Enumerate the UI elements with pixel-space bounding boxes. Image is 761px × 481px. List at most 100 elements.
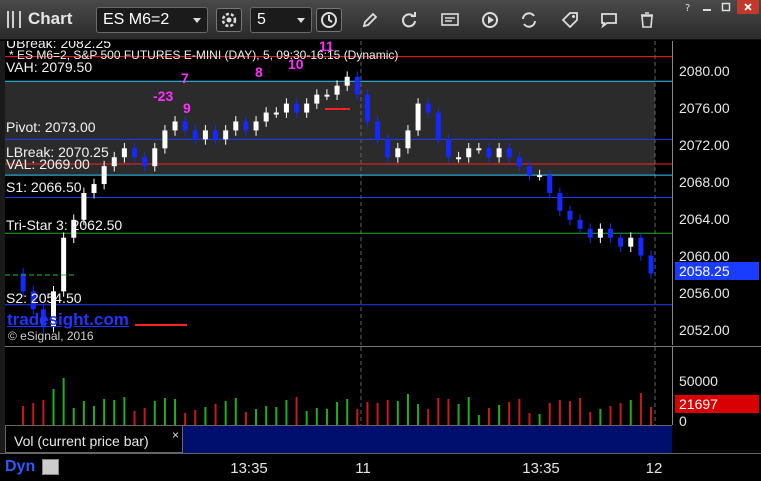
candle-body [405, 130, 411, 149]
help-button[interactable]: ? [678, 0, 698, 14]
price-tick: 2056.00 [679, 285, 730, 301]
volume-panel-tab[interactable]: Vol (current price bar) × [5, 425, 183, 453]
volume-bar [255, 409, 258, 425]
tag-button[interactable] [557, 8, 583, 32]
annotation-label: 9 [183, 100, 191, 116]
time-button[interactable] [316, 8, 342, 32]
time-axis[interactable]: Dyn 13:35 11 13:35 12 [0, 453, 761, 481]
volume-bar [568, 401, 571, 425]
level-label-val: VAL: 2069.00 [6, 156, 90, 172]
price-tick: 2068.00 [679, 174, 730, 190]
refresh-icon [402, 12, 416, 28]
candle-body [81, 193, 87, 220]
symbol-input[interactable]: ES M6=2 [96, 7, 208, 33]
volume-bar [346, 399, 349, 425]
annotation-label: 7 [181, 70, 189, 86]
chevron-down-icon[interactable] [193, 18, 201, 23]
candle-body [364, 94, 370, 122]
volume-bar [467, 397, 470, 425]
volume-bar [336, 402, 339, 425]
volume-bar [609, 406, 612, 425]
volume-bar [457, 404, 460, 425]
comment-icon [601, 13, 617, 29]
volume-bar [508, 402, 511, 425]
volume-bar [32, 403, 35, 425]
candle-body [567, 210, 573, 220]
time-tick: 13:35 [522, 460, 560, 477]
interval-input[interactable]: 5 [250, 7, 312, 33]
get-icon [441, 13, 459, 26]
candle-body [597, 228, 603, 238]
price-tick: 2076.00 [679, 100, 730, 116]
pencil-icon [362, 12, 378, 28]
volume-bar [599, 409, 602, 425]
price-pane[interactable]: -23 7 8 10 11 9 * ES M6=2, S&P 500 FUTURES E-… [5, 41, 672, 345]
symbol-value: ES M6=2 [103, 11, 170, 28]
volume-bar [315, 408, 318, 425]
close-button[interactable] [737, 0, 759, 14]
level-label-ubreak: UBreak: 2082.25 [6, 41, 112, 51]
price-tick: 2072.00 [679, 137, 730, 153]
volume-bar [295, 397, 298, 425]
level-label-tristar: Tri-Star 3: 2062.50 [6, 217, 123, 233]
volume-chart[interactable] [5, 347, 672, 425]
candle-body [243, 121, 249, 131]
volume-bar [629, 400, 632, 425]
restore-button[interactable] [716, 0, 736, 14]
volume-bar [244, 412, 247, 425]
dynamic-mode-icon[interactable] [42, 459, 59, 475]
volume-bar [325, 409, 328, 425]
volume-bar [396, 401, 399, 425]
chevron-down-icon[interactable] [297, 18, 305, 23]
sync-button[interactable] [516, 8, 542, 32]
volume-bar [548, 403, 551, 425]
candle-body [496, 148, 502, 158]
candle-body [294, 103, 300, 113]
candle-body [577, 219, 583, 229]
candle-body [607, 228, 613, 238]
candle-body [385, 139, 391, 158]
delete-button[interactable] [634, 8, 660, 32]
volume-bar [72, 408, 75, 425]
draw-button[interactable] [357, 8, 383, 32]
volume-bar [224, 401, 227, 425]
volume-axis[interactable]: 50000 0 21697 [672, 346, 761, 429]
volume-bar [650, 407, 652, 425]
price-tick: 2064.00 [679, 211, 730, 227]
volume-bar [487, 408, 490, 425]
settings-button[interactable] [216, 8, 242, 32]
volume-bar [376, 403, 379, 425]
watermark-link[interactable]: tradesight.com [7, 310, 129, 330]
get-button[interactable] [437, 8, 463, 32]
restore-icon [721, 2, 731, 12]
sync-icon [522, 12, 536, 28]
volume-bar [528, 413, 531, 425]
interval-value: 5 [257, 11, 266, 28]
play-button[interactable] [477, 8, 503, 32]
volume-bar [477, 415, 480, 425]
time-tick: 12 [645, 460, 663, 477]
price-chart[interactable]: -237 8 10119 [5, 41, 672, 345]
comment-button[interactable] [596, 8, 622, 32]
close-icon[interactable]: × [172, 428, 179, 442]
volume-bar [234, 398, 237, 425]
price-axis[interactable]: 2080.00 2076.00 2072.00 2068.00 2064.00 … [672, 41, 761, 345]
volume-pane[interactable] [5, 346, 672, 425]
time-tick: 11 [355, 460, 371, 477]
last-price-tag: 2058.25 [675, 262, 759, 280]
candle-body [466, 148, 472, 158]
refresh-button[interactable] [396, 8, 422, 32]
dynamic-mode-label[interactable]: Dyn [5, 458, 35, 476]
candle-body [516, 157, 522, 167]
panel-tab-strip [183, 425, 672, 453]
candle-body [506, 148, 512, 158]
candle-body [162, 130, 168, 149]
volume-bar [417, 404, 420, 425]
volume-bar [305, 411, 308, 425]
minimize-button[interactable] [697, 0, 717, 14]
candle-body [324, 94, 330, 97]
candle-body [213, 130, 219, 140]
candle-body [456, 157, 462, 160]
candle-body [526, 166, 532, 176]
volume-bar [163, 398, 166, 425]
